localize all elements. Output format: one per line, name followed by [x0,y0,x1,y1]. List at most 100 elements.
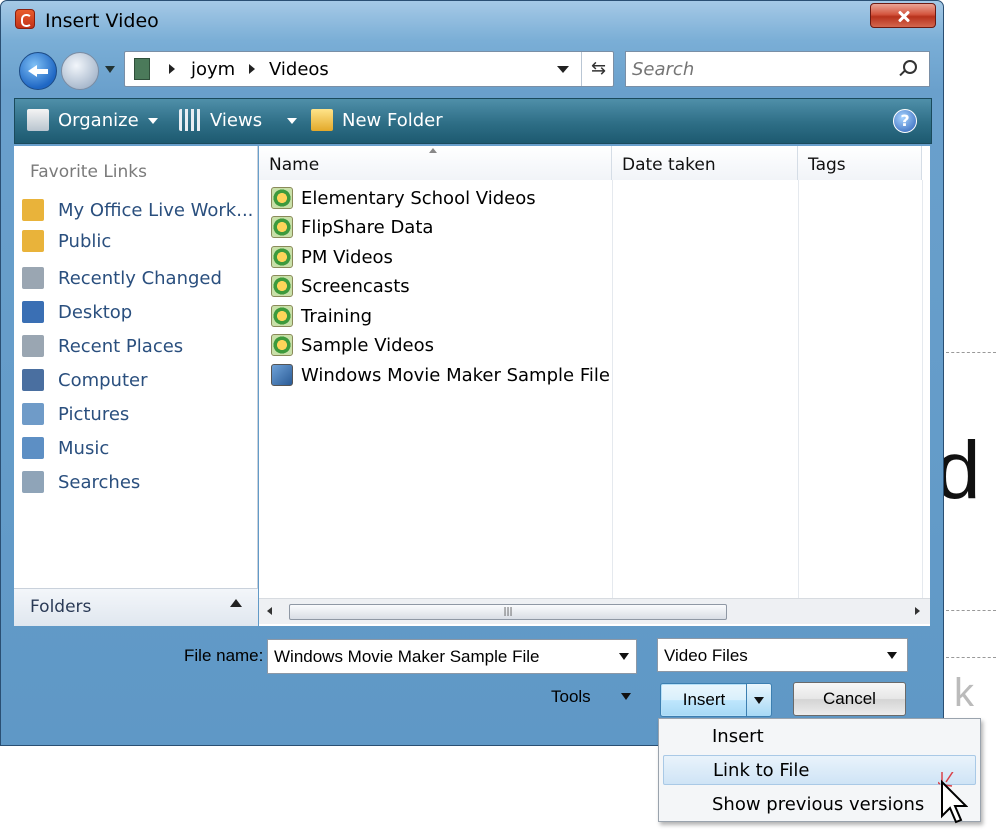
column-divider [612,180,613,598]
recent-pages-dropdown-icon[interactable] [105,66,115,78]
file-name: FlipShare Data [301,216,434,238]
favorite-links-heading: Favorite Links [30,162,148,182]
column-label: Name [269,155,320,175]
file-name-label: File name: [184,646,264,665]
pictures-icon [22,403,44,425]
file-name: Sample Videos [301,334,435,356]
video-folder-icon [271,275,293,297]
navigation-pane: Favorite Links My Office Live Work... Pu… [14,146,258,626]
column-label: Tags [808,155,846,175]
new-folder-label: New Folder [342,109,443,131]
video-folder-icon [271,216,293,238]
views-button[interactable]: Views [179,109,298,131]
tools-button[interactable]: Tools [551,687,591,707]
nav-item-music[interactable]: Music [22,433,109,463]
music-icon [22,437,44,459]
scroll-left-icon[interactable] [267,607,272,615]
scroll-thumb[interactable]: ||| [289,604,727,620]
folders-toggle[interactable]: Folders [14,588,258,626]
search-input[interactable] [632,57,892,81]
address-dropdown-icon[interactable] [557,66,569,79]
desktop-icon [22,301,44,323]
column-header-name[interactable]: Name [259,146,612,180]
chevron-down-icon[interactable] [887,652,897,664]
column-header-tags[interactable]: Tags [798,146,922,180]
screen: d k Insert Video joym Videos ⇆ Organize [0,0,996,830]
recent-icon [22,267,44,289]
computer-icon [22,369,44,391]
search-box[interactable] [625,51,930,87]
new-folder-icon [311,109,333,131]
file-type-select[interactable]: Video Files [657,638,908,672]
breadcrumb-joym[interactable]: joym [191,59,235,80]
folder-icon [22,199,44,221]
sort-ascending-icon [429,148,437,153]
nav-item-label: Recent Places [58,335,184,357]
nav-item-label: Desktop [58,301,133,323]
nav-item-recently-changed[interactable]: Recently Changed [22,263,222,293]
searches-icon [22,471,44,493]
refresh-icon[interactable]: ⇆ [581,52,615,86]
insert-button[interactable]: Insert [660,683,748,717]
nav-item-computer[interactable]: Computer [22,365,147,395]
folders-label: Folders [30,597,92,617]
forward-arrow-icon[interactable] [61,52,99,90]
views-label: Views [210,109,263,131]
insert-options-dropdown[interactable] [746,683,772,717]
places-icon [22,335,44,357]
nav-item-label: Computer [58,369,148,391]
menu-item-link-to-file[interactable]: Link to File [663,755,976,785]
new-folder-button[interactable]: New Folder [311,109,443,131]
address-bar[interactable]: joym Videos ⇆ [124,51,614,87]
horizontal-scrollbar[interactable]: ||| [259,598,930,624]
dialog-title: Insert Video [45,10,159,32]
file-name: Training [301,305,373,327]
nav-item-label: My Office Live Work... [58,199,254,221]
organize-button[interactable]: Organize [27,109,158,131]
chevron-down-icon[interactable] [619,653,629,665]
nav-item-label: Music [58,437,110,459]
nav-item-searches[interactable]: Searches [22,467,140,497]
file-name: Screencasts [301,275,410,297]
doc-dashed-line [946,610,996,611]
organize-label: Organize [58,109,139,131]
nav-item-label: Searches [58,471,141,493]
search-icon[interactable] [903,60,917,74]
column-header-date-taken[interactable]: Date taken [612,146,798,180]
nav-item-recent-places[interactable]: Recent Places [22,331,183,361]
close-button[interactable] [870,3,936,28]
chevron-down-icon[interactable] [621,693,631,705]
chevron-down-icon [287,117,298,129]
file-name-field[interactable]: Windows Movie Maker Sample File [267,639,637,674]
insert-options-menu: Insert Link to File Show previous versio… [658,718,981,822]
help-icon[interactable]: ? [893,109,917,133]
nav-item-pictures[interactable]: Pictures [22,399,129,429]
breadcrumb-chevron-icon[interactable] [169,64,180,74]
column-divider [798,180,799,598]
video-folder-icon [271,246,293,268]
menu-item-show-previous-versions[interactable]: Show previous versions [663,790,976,820]
doc-text: k [954,671,974,715]
video-file-icon [271,364,293,386]
nav-item-public[interactable]: Public [22,226,111,256]
organize-icon [27,109,49,131]
nav-item-my-office-live[interactable]: My Office Live Work... [22,195,253,225]
back-arrow-icon[interactable] [19,52,57,90]
list-item[interactable]: FlipShare Data [271,213,433,241]
menu-item-insert[interactable]: Insert [663,722,976,752]
nav-item-desktop[interactable]: Desktop [22,297,132,327]
list-item[interactable]: Windows Movie Maker Sample File [271,361,610,389]
list-item[interactable]: PM Videos [271,243,393,271]
scroll-right-icon[interactable] [915,607,920,615]
video-folder-icon [271,187,293,209]
list-item[interactable]: Elementary School Videos [271,184,536,212]
chevron-down-icon [147,117,158,129]
cancel-button[interactable]: Cancel [793,682,906,716]
list-item[interactable]: Sample Videos [271,331,434,359]
list-item[interactable]: Training [271,302,372,330]
breadcrumb-videos[interactable]: Videos [269,59,329,80]
breadcrumb-chevron-icon[interactable] [249,64,260,74]
video-folder-icon [271,305,293,327]
views-icon [179,109,201,131]
list-item[interactable]: Screencasts [271,272,410,300]
